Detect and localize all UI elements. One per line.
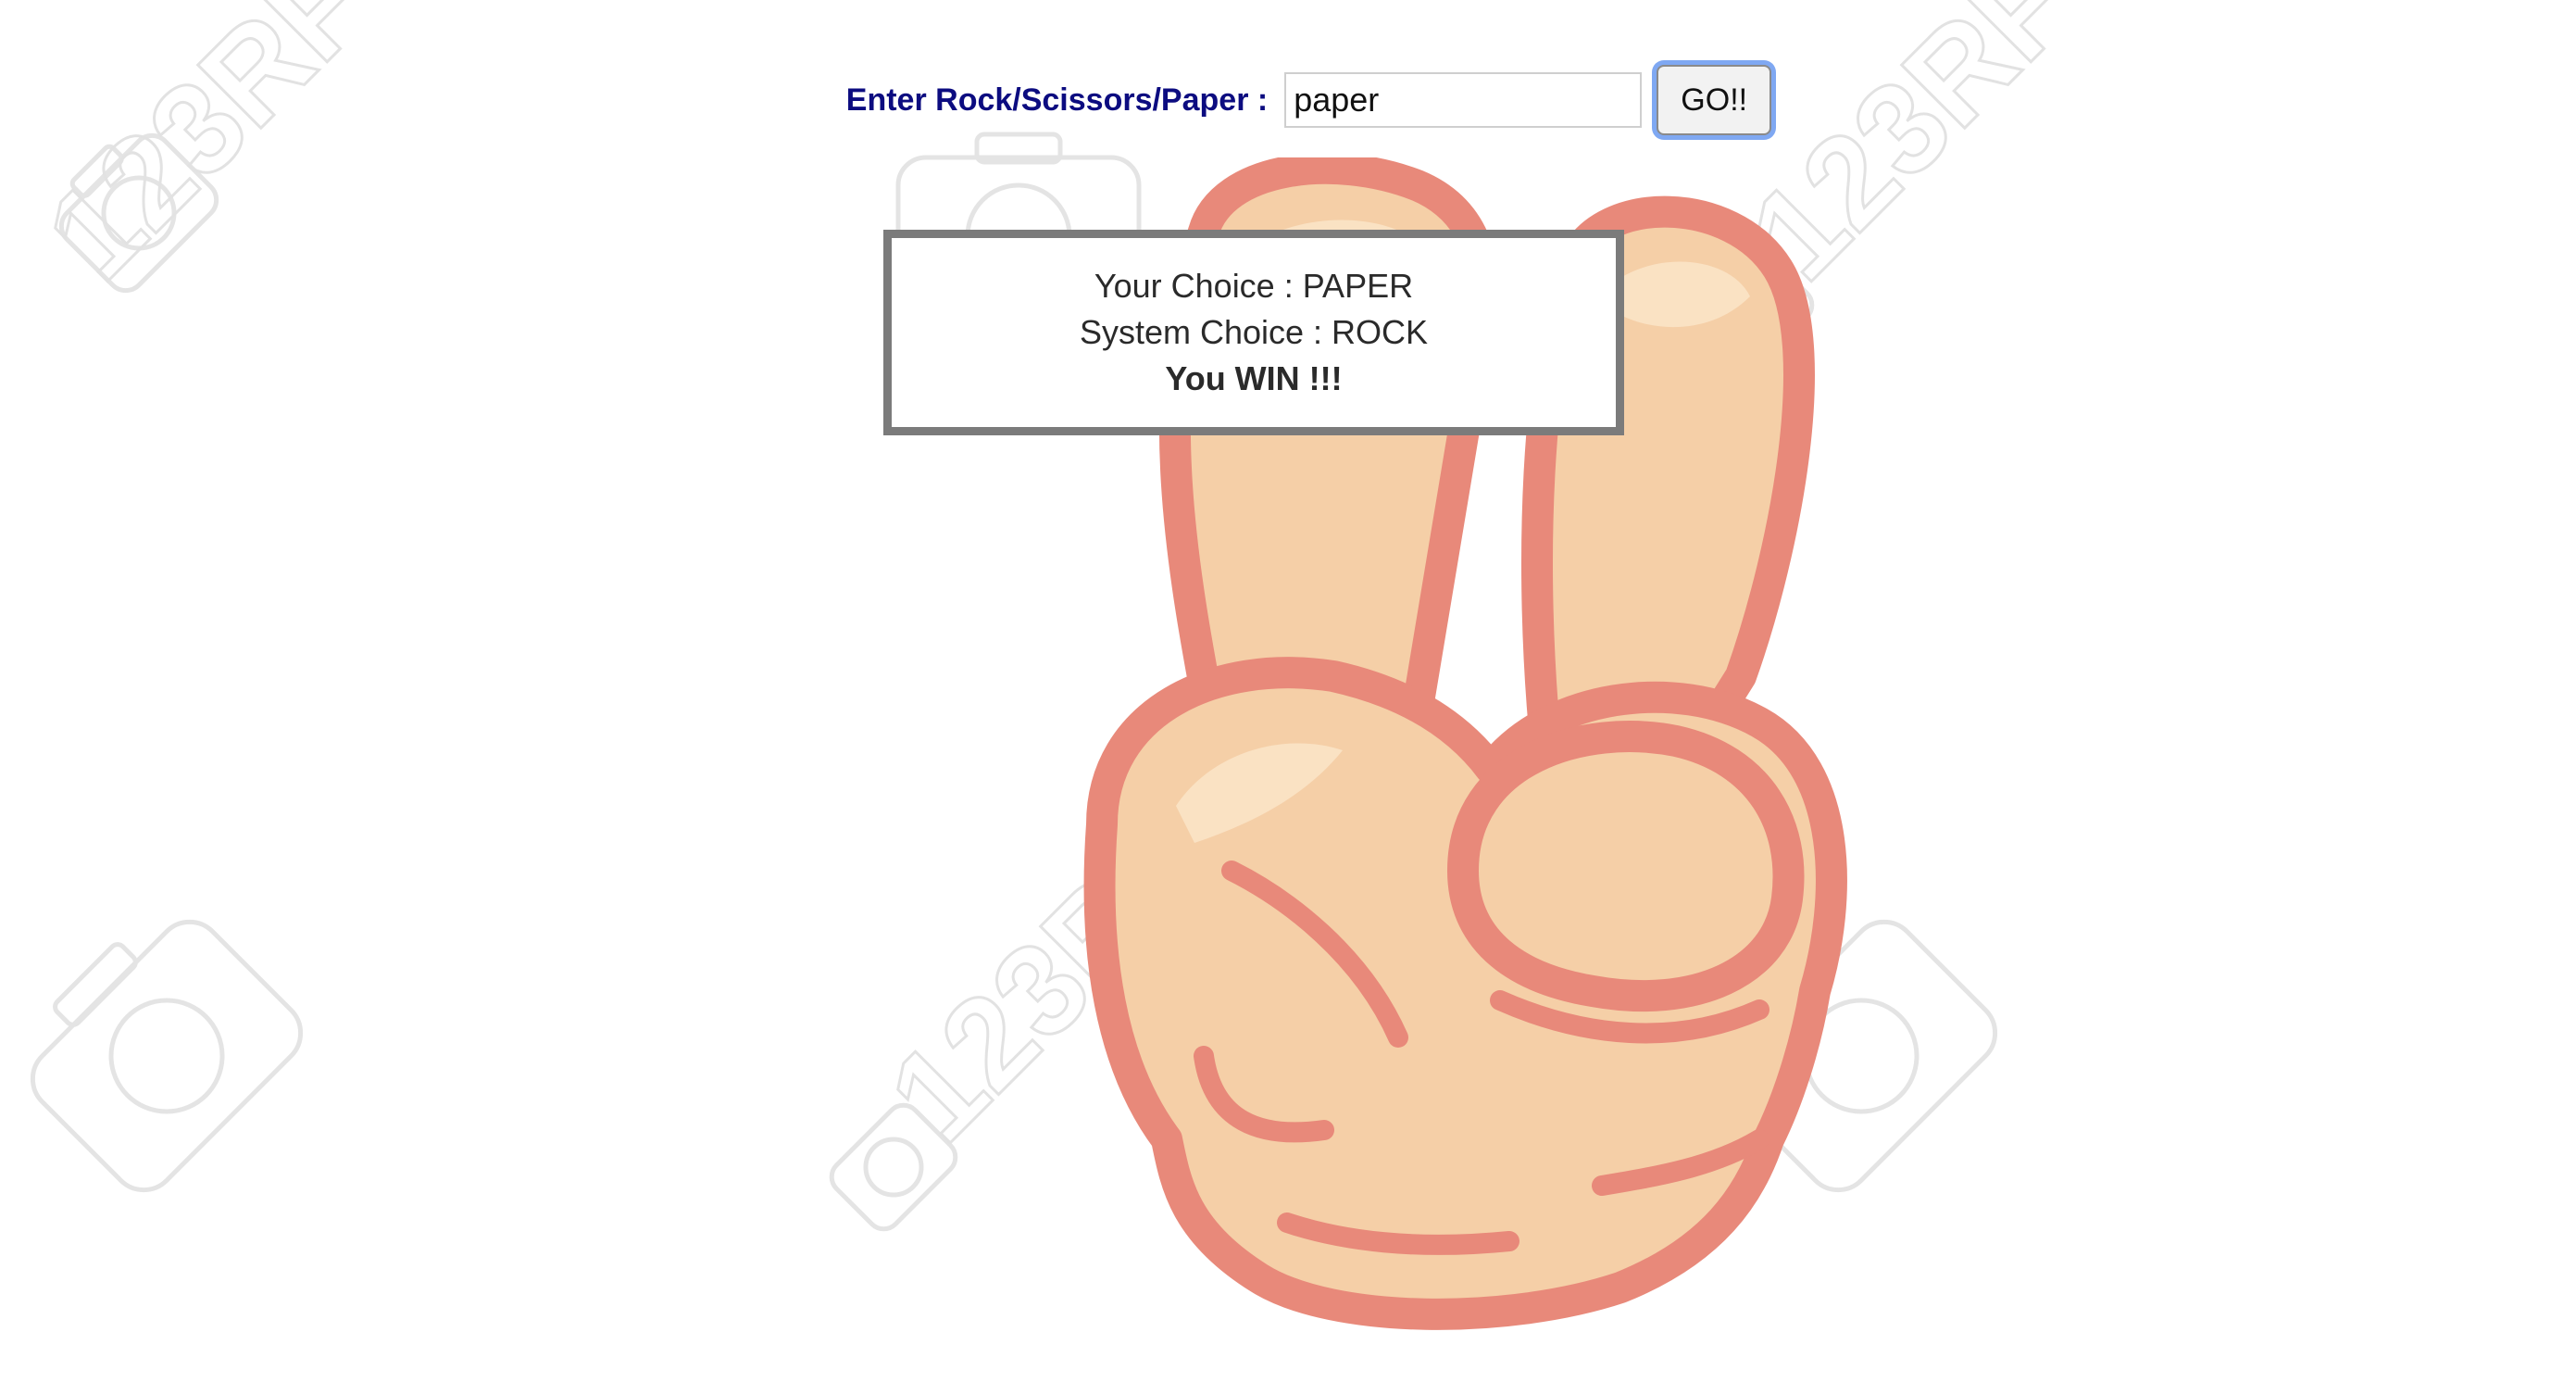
watermark-camera-icon — [30, 919, 304, 1193]
watermark-text: 123RF — [19, 0, 396, 307]
thumb — [1447, 721, 1805, 1012]
your-choice-text: Your Choice : PAPER — [1094, 267, 1414, 305]
system-choice-text: System Choice : ROCK — [1079, 313, 1429, 351]
choice-input[interactable] — [1284, 72, 1643, 128]
page: 123RF 123RF 123RF Enter Rock/Scissors/Pa… — [0, 0, 2576, 1382]
go-button[interactable]: GO!! — [1657, 65, 1772, 135]
verdict-text: You WIN !!! — [1165, 359, 1343, 397]
choice-form: Enter Rock/Scissors/Paper : GO!! — [0, 65, 2576, 135]
choice-prompt-label: Enter Rock/Scissors/Paper : — [845, 82, 1269, 118]
result-box: Your Choice : PAPER System Choice : ROCK… — [883, 230, 1624, 435]
